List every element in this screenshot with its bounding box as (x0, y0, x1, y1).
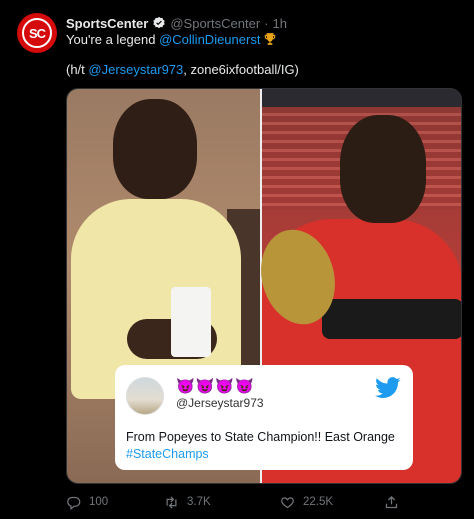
tweet-text-line-1: You're a legend @CollinDieunerst (66, 32, 277, 47)
credit-prefix: (h/t (66, 62, 89, 77)
reply-button[interactable]: 100 (66, 495, 108, 510)
photo-head (113, 99, 197, 199)
quoted-body: From Popeyes to State Champion!! East Or… (126, 430, 395, 444)
photo-stadium-roof (262, 89, 461, 107)
tweet-text-line-2: (h/t @Jerseystar973, zone6ixfootball/IG) (66, 62, 299, 77)
photo-player-head (340, 115, 426, 223)
handle[interactable]: @SportsCenter (170, 16, 260, 31)
display-name[interactable]: SportsCenter (66, 16, 148, 31)
mention-link[interactable]: @CollinDieunerst (159, 32, 260, 47)
photo-shoulder-pads (322, 299, 461, 339)
twitter-bird-icon (375, 377, 401, 398)
quoted-handle[interactable]: @Jerseystar973 (176, 396, 264, 410)
quoted-display-name-emojis: 😈😈😈😈 (176, 378, 255, 395)
mention-link[interactable]: @Jerseystar973 (88, 62, 183, 77)
separator-dot: · (264, 15, 269, 31)
photo-cup (171, 287, 211, 357)
like-button[interactable]: 22.5K (280, 495, 333, 510)
reply-icon (67, 496, 81, 510)
timestamp[interactable]: 1h (273, 16, 287, 31)
verified-badge-icon (153, 16, 166, 29)
hashtag-link[interactable]: #StateChamps (126, 447, 209, 461)
quoted-avatar[interactable] (126, 377, 164, 415)
tweet[interactable]: SC SportsCenter @SportsCenter · 1h You'r… (0, 0, 474, 519)
reply-count: 100 (89, 496, 109, 508)
heart-icon (281, 496, 294, 508)
like-count: 22.5K (303, 496, 334, 508)
share-button[interactable] (384, 495, 399, 510)
share-icon (385, 495, 398, 508)
tweet-header: SportsCenter @SportsCenter · 1h (66, 14, 287, 32)
sportscenter-logo: SC (22, 18, 52, 48)
retweet-button[interactable]: 3.7K (164, 495, 211, 510)
tweet-media[interactable]: 😈😈😈😈 @Jerseystar973 From Popeyes to Stat… (66, 88, 462, 484)
quoted-text: From Popeyes to State Champion!! East Or… (126, 429, 406, 463)
trophy-icon (265, 33, 276, 45)
retweet-icon (166, 495, 177, 509)
tweet-actions: 100 3.7K 22.5K (66, 492, 462, 512)
retweet-count: 3.7K (187, 496, 211, 508)
credit-suffix: , zone6ixfootball/IG) (183, 62, 299, 77)
quoted-tweet-card[interactable]: 😈😈😈😈 @Jerseystar973 From Popeyes to Stat… (115, 365, 413, 470)
tweet-text: You're a legend (66, 32, 160, 47)
avatar[interactable]: SC (17, 13, 57, 53)
